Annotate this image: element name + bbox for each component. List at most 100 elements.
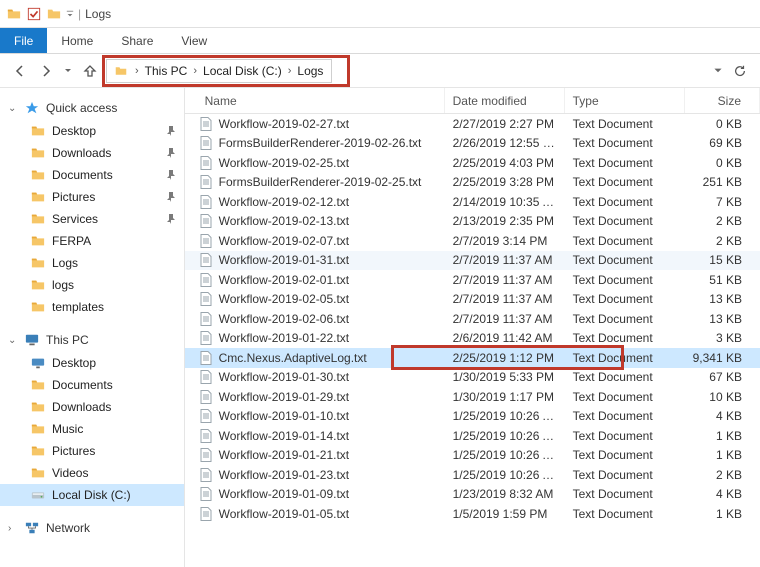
file-size: 13 KB: [685, 312, 760, 326]
table-row[interactable]: Workflow-2019-01-23.txt1/25/2019 10:26 A…: [185, 465, 760, 485]
text-file-icon: [199, 292, 213, 306]
breadcrumb[interactable]: › This PC › Local Disk (C:) › Logs: [106, 59, 332, 83]
sidebar-item[interactable]: logs: [0, 274, 184, 296]
sidebar-item[interactable]: Pictures: [0, 440, 184, 462]
file-name: Workflow-2019-01-05.txt: [219, 507, 350, 521]
tab-view[interactable]: View: [167, 28, 221, 53]
nav-quick-access[interactable]: ⌄ Quick access: [0, 96, 184, 120]
chevron-right-icon[interactable]: ›: [8, 523, 18, 534]
file-type: Text Document: [565, 370, 685, 384]
sidebar-item[interactable]: templates: [0, 296, 184, 318]
folder-icon: [30, 145, 46, 161]
file-type: Text Document: [565, 429, 685, 443]
file-date: 2/25/2019 3:28 PM: [445, 175, 565, 189]
sidebar-item[interactable]: Desktop: [0, 120, 184, 142]
sidebar-item[interactable]: FERPA: [0, 230, 184, 252]
sidebar-item[interactable]: Downloads: [0, 142, 184, 164]
forward-button[interactable]: [36, 61, 56, 81]
file-list-pane: Name Date modified Type Size Workflow-20…: [185, 88, 760, 567]
tab-share[interactable]: Share: [107, 28, 167, 53]
file-size: 51 KB: [685, 273, 760, 287]
tab-file[interactable]: File: [0, 28, 47, 53]
table-row[interactable]: Workflow-2019-02-01.txt2/7/2019 11:37 AM…: [185, 270, 760, 290]
chevron-right-icon[interactable]: ›: [284, 65, 296, 77]
qat-dropdown-icon[interactable]: [66, 6, 74, 22]
sidebar-item-label: Local Disk (C:): [52, 486, 131, 504]
file-type: Text Document: [565, 331, 685, 345]
table-row[interactable]: Workflow-2019-01-05.txt1/5/2019 1:59 PMT…: [185, 504, 760, 524]
checkbox-icon[interactable]: [26, 6, 42, 22]
table-row[interactable]: Workflow-2019-02-07.txt2/7/2019 3:14 PMT…: [185, 231, 760, 251]
sidebar-item[interactable]: Documents: [0, 374, 184, 396]
up-button[interactable]: [80, 61, 100, 81]
col-label: Type: [573, 94, 599, 108]
table-row[interactable]: Cmc.Nexus.AdaptiveLog.txt2/25/2019 1:12 …: [185, 348, 760, 368]
table-row[interactable]: Workflow-2019-01-30.txt1/30/2019 5:33 PM…: [185, 368, 760, 388]
table-row[interactable]: Workflow-2019-01-31.txt2/7/2019 11:37 AM…: [185, 251, 760, 271]
navigation-pane[interactable]: ⌄ Quick access DesktopDownloadsDocuments…: [0, 88, 185, 567]
file-name: Workflow-2019-02-27.txt: [219, 117, 350, 131]
tab-home[interactable]: Home: [47, 28, 107, 53]
nav-this-pc[interactable]: ⌄ This PC: [0, 328, 184, 352]
sidebar-item[interactable]: Logs: [0, 252, 184, 274]
table-row[interactable]: Workflow-2019-01-10.txt1/25/2019 10:26 A…: [185, 407, 760, 427]
sidebar-item[interactable]: Desktop: [0, 352, 184, 374]
file-type: Text Document: [565, 468, 685, 482]
crumb-folder[interactable]: Logs: [295, 64, 325, 78]
chevron-down-icon[interactable]: ⌄: [8, 103, 18, 114]
refresh-icon[interactable]: [730, 61, 750, 81]
table-row[interactable]: Workflow-2019-02-25.txt2/25/2019 4:03 PM…: [185, 153, 760, 173]
file-name: Workflow-2019-02-07.txt: [219, 234, 350, 248]
back-button[interactable]: [10, 61, 30, 81]
text-file-icon: [199, 487, 213, 501]
crumb-this-pc[interactable]: This PC: [143, 64, 190, 78]
col-type[interactable]: Type: [565, 88, 685, 113]
file-size: 67 KB: [685, 370, 760, 384]
col-date[interactable]: Date modified: [445, 88, 565, 113]
table-row[interactable]: Workflow-2019-01-22.txt2/6/2019 11:42 AM…: [185, 329, 760, 349]
table-row[interactable]: Workflow-2019-02-27.txt2/27/2019 2:27 PM…: [185, 114, 760, 134]
sidebar-item-label: Documents: [52, 166, 113, 184]
sidebar-item[interactable]: Videos: [0, 462, 184, 484]
sidebar-item[interactable]: Local Disk (C:): [0, 484, 184, 506]
file-date: 2/7/2019 3:14 PM: [445, 234, 565, 248]
file-size: 4 KB: [685, 487, 760, 501]
file-name: Workflow-2019-02-12.txt: [219, 195, 350, 209]
file-type: Text Document: [565, 136, 685, 150]
folder-icon: [30, 233, 46, 249]
address-dropdown-icon[interactable]: [708, 61, 728, 81]
file-type: Text Document: [565, 117, 685, 131]
sidebar-item-label: FERPA: [52, 232, 91, 250]
sidebar-item[interactable]: Music: [0, 418, 184, 440]
file-size: 10 KB: [685, 390, 760, 404]
chevron-right-icon[interactable]: ›: [189, 65, 201, 77]
table-row[interactable]: Workflow-2019-02-12.txt2/14/2019 10:35 A…: [185, 192, 760, 212]
sidebar-item[interactable]: Downloads: [0, 396, 184, 418]
file-date: 1/30/2019 5:33 PM: [445, 370, 565, 384]
table-row[interactable]: FormsBuilderRenderer-2019-02-26.txt2/26/…: [185, 134, 760, 154]
text-file-icon: [199, 390, 213, 404]
chevron-down-icon[interactable]: ⌄: [8, 335, 18, 346]
recent-dropdown-icon[interactable]: [62, 61, 74, 81]
nav-network[interactable]: › Network: [0, 516, 184, 540]
table-row[interactable]: Workflow-2019-01-09.txt1/23/2019 8:32 AM…: [185, 485, 760, 505]
table-row[interactable]: Workflow-2019-01-29.txt1/30/2019 1:17 PM…: [185, 387, 760, 407]
col-name[interactable]: Name: [185, 88, 445, 113]
col-size[interactable]: Size: [685, 88, 760, 113]
sidebar-item[interactable]: Services: [0, 208, 184, 230]
crumb-drive[interactable]: Local Disk (C:): [201, 64, 284, 78]
table-row[interactable]: Workflow-2019-02-06.txt2/7/2019 11:37 AM…: [185, 309, 760, 329]
chevron-right-icon[interactable]: ›: [131, 65, 143, 77]
text-file-icon: [199, 507, 213, 521]
table-row[interactable]: Workflow-2019-02-13.txt2/13/2019 2:35 PM…: [185, 212, 760, 232]
sidebar-item-label: templates: [52, 298, 104, 316]
sidebar-item[interactable]: Pictures: [0, 186, 184, 208]
file-name: Workflow-2019-02-01.txt: [219, 273, 350, 287]
table-row[interactable]: FormsBuilderRenderer-2019-02-25.txt2/25/…: [185, 173, 760, 193]
table-row[interactable]: Workflow-2019-02-05.txt2/7/2019 11:37 AM…: [185, 290, 760, 310]
table-row[interactable]: Workflow-2019-01-14.txt1/25/2019 10:26 A…: [185, 426, 760, 446]
sidebar-item[interactable]: Documents: [0, 164, 184, 186]
table-row[interactable]: Workflow-2019-01-21.txt1/25/2019 10:26 A…: [185, 446, 760, 466]
text-file-icon: [199, 117, 213, 131]
file-name: Workflow-2019-01-09.txt: [219, 487, 350, 501]
